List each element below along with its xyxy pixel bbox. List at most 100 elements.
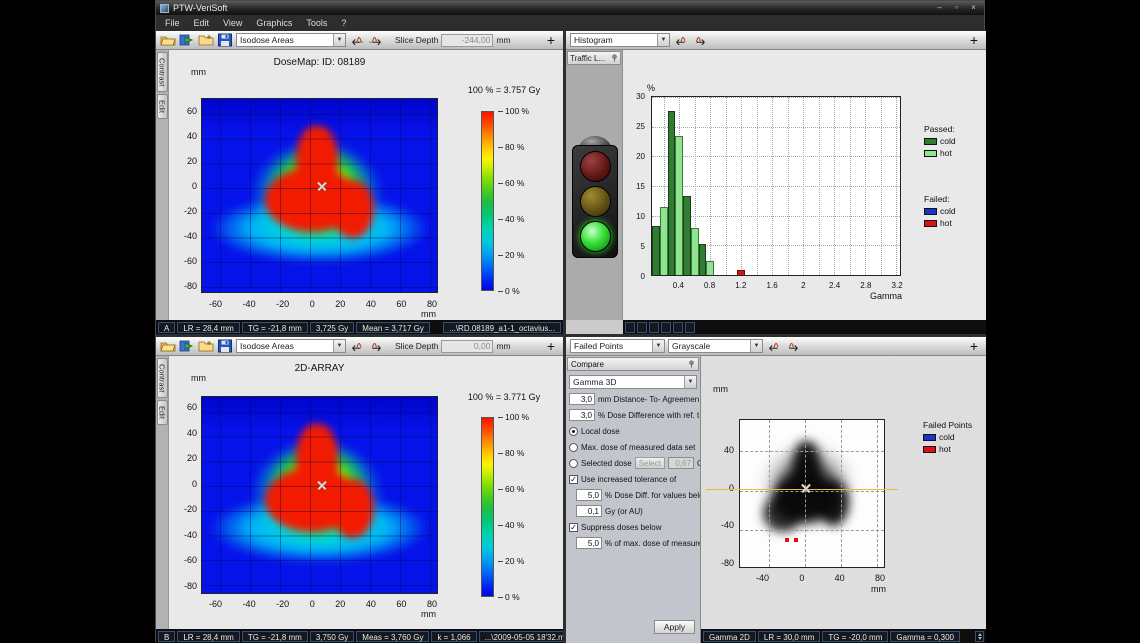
spinner-icon[interactable] (975, 631, 984, 642)
next-curve-icon[interactable] (785, 339, 801, 353)
next-curve-icon[interactable] (368, 339, 384, 353)
next-curve-icon[interactable] (692, 33, 708, 47)
dose-map-plot[interactable] (201, 98, 438, 293)
open-file-icon[interactable] (160, 33, 176, 47)
slice-depth-input[interactable] (441, 340, 493, 353)
menu-item[interactable]: File (158, 16, 187, 30)
y-tick-label: -80 (169, 582, 197, 591)
grid-lines (202, 397, 437, 593)
status-tg: TG = -20,0 mm (822, 631, 888, 642)
tab-traffic-light[interactable]: Traffic L... (567, 51, 621, 65)
crosshair-marker (801, 482, 812, 493)
select-dose-button[interactable]: Select (635, 457, 665, 469)
add-view-button[interactable]: + (543, 33, 559, 47)
save-icon[interactable] (217, 33, 233, 47)
prev-curve-icon[interactable] (349, 33, 365, 47)
dta-label: mm Distance- To- Agreemen (598, 395, 699, 404)
suppress-percent-input[interactable] (576, 537, 602, 549)
y-axis-unit: mm (191, 67, 206, 77)
menu-item[interactable]: Graphics (249, 16, 299, 30)
prev-curve-icon[interactable] (349, 339, 365, 353)
traffic-light-body (572, 145, 618, 258)
increased-tolerance-checkbox[interactable] (569, 475, 578, 484)
histogram-x-label: Gamma (870, 291, 902, 301)
tab-edit[interactable]: Edit (157, 400, 168, 425)
view-mode-select[interactable]: Isodose Areas ▼ (236, 33, 346, 47)
toolbar-top-right: Histogram ▼ + (566, 31, 986, 50)
open-data-icon[interactable] (179, 339, 195, 353)
status-slot: A (158, 322, 175, 333)
selected-dose-input[interactable] (668, 457, 694, 469)
prev-curve-icon[interactable] (673, 33, 689, 47)
y-tick-label: -20 (169, 207, 197, 216)
isodose-scale-ticks: 100 %80 %60 %40 %20 %0 % (498, 106, 529, 296)
x-tick-label: -40 (756, 573, 769, 583)
legend-failed: Failed: cold hot (924, 194, 956, 228)
compare-panel: Compare Gamma 3D ▼ mm Distance- To- Agre… (566, 356, 701, 643)
dose-diff-input[interactable] (569, 409, 595, 421)
failed-points-plot[interactable] (739, 419, 885, 568)
compare-panel-header[interactable]: Compare (567, 357, 699, 371)
x-tick-label: -60 (209, 599, 222, 609)
local-dose-radio[interactable] (569, 427, 578, 436)
save-icon[interactable] (217, 339, 233, 353)
colormap-select[interactable]: Grayscale ▼ (668, 339, 763, 353)
hist-x-tick-label: 2.4 (829, 281, 840, 290)
isodose-scale-header: 100 % = 3.757 Gy (443, 85, 563, 95)
dta-input[interactable] (569, 393, 595, 405)
traffic-light (572, 136, 618, 258)
add-view-button[interactable]: + (966, 339, 982, 353)
restore-button[interactable]: ▫ (950, 3, 963, 13)
menu-item[interactable]: ? (334, 16, 353, 30)
slice-depth-input[interactable] (441, 34, 493, 47)
panel-failed-points: Failed Points ▼ Grayscale ▼ + Compare Ga… (566, 337, 986, 643)
minimize-button[interactable]: – (933, 3, 946, 13)
y-axis-unit: mm (191, 373, 206, 383)
menu-item[interactable]: Edit (187, 16, 217, 30)
suppress-doses-checkbox[interactable] (569, 523, 578, 532)
hist-y-tick-label: 30 (636, 92, 645, 101)
open-data-icon[interactable] (179, 33, 195, 47)
tab-contrast[interactable]: Contrast (157, 358, 168, 398)
add-view-button[interactable]: + (543, 339, 559, 353)
new-folder-icon[interactable] (198, 339, 214, 353)
y-tick-label: -80 (169, 282, 197, 291)
add-view-button[interactable]: + (966, 33, 982, 47)
side-tab-strip: Contrast Edit (156, 356, 169, 629)
failed-points-view-select[interactable]: Failed Points ▼ (570, 339, 665, 353)
y-tick-label: 20 (169, 454, 197, 463)
tolerance-gy-input[interactable] (576, 505, 602, 517)
tolerance-percent-input[interactable] (576, 489, 602, 501)
next-curve-icon[interactable] (368, 33, 384, 47)
traffic-amber-light (580, 186, 611, 217)
failed-cold-label: cold (940, 206, 956, 216)
y-tick-label: 0 (169, 480, 197, 489)
histogram-view-select[interactable]: Histogram ▼ (570, 33, 670, 47)
tab-contrast[interactable]: Contrast (157, 52, 168, 92)
hist-x-tick-label: 3.2 (892, 281, 903, 290)
apply-button[interactable]: Apply (654, 620, 695, 634)
selected-dose-radio[interactable] (569, 459, 578, 468)
histogram-bar-failed-hot (737, 270, 745, 275)
tab-edit[interactable]: Edit (157, 94, 168, 119)
prev-curve-icon[interactable] (766, 339, 782, 353)
menu-item[interactable]: Tools (299, 16, 334, 30)
x-tick-label: 40 (366, 299, 376, 309)
view-mode-select[interactable]: Isodose Areas ▼ (236, 339, 346, 353)
grayscale-dose-image (740, 420, 884, 567)
hist-y-tick-label: 25 (636, 122, 645, 131)
menu-item[interactable]: View (216, 16, 249, 30)
dose-map-plot[interactable] (201, 396, 438, 594)
window-title: PTW-VeriSoft (173, 3, 929, 13)
menu-bar: FileEditViewGraphicsTools? (156, 15, 984, 31)
compare-method-select[interactable]: Gamma 3D ▼ (569, 375, 697, 389)
y-tick-label: -60 (169, 257, 197, 266)
close-button[interactable]: × (967, 3, 980, 13)
new-folder-icon[interactable] (198, 33, 214, 47)
legend-failed-title: Failed: (924, 194, 956, 204)
status-bar-bottom-right: Gamma 2D LR = 30,0 mm TG = -20,0 mm Gamm… (701, 629, 986, 643)
max-dose-radio[interactable] (569, 443, 578, 452)
open-file-icon[interactable] (160, 339, 176, 353)
hist-y-tick-label: 20 (636, 152, 645, 161)
histogram-plot[interactable] (651, 96, 901, 276)
